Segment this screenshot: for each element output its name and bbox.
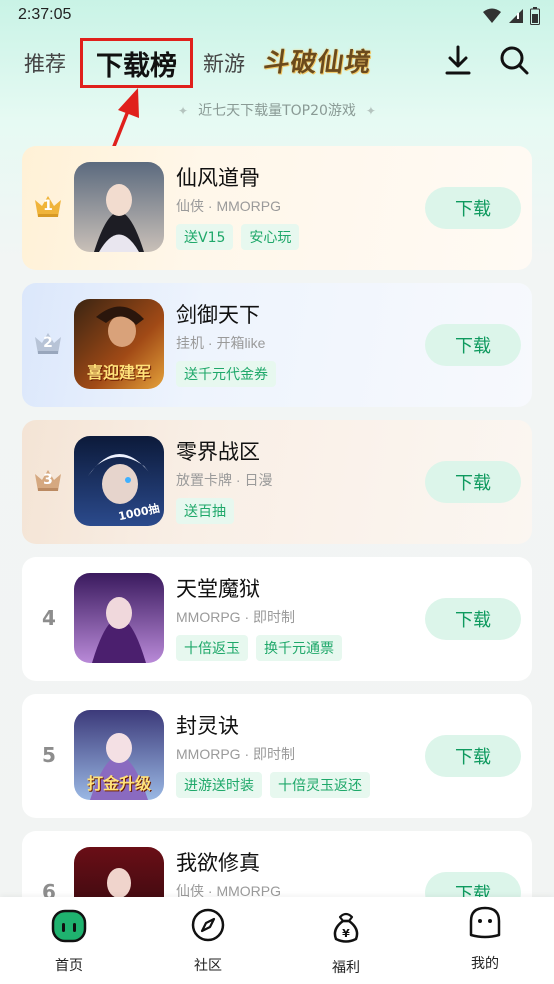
ranking-subtitle: ✦ 近七天下载量TOP20游戏 ✦	[0, 100, 554, 120]
perk-badge: 安心玩	[241, 224, 300, 250]
game-tags: 放置卡牌 · 日漫	[176, 472, 273, 488]
status-icons	[482, 7, 540, 25]
game-name: 仙风道骨	[176, 166, 260, 190]
game-thumbnail[interactable]: 喜迎建军	[74, 299, 164, 389]
perk-list: 十倍返玉 换千元通票	[176, 635, 342, 661]
game-card[interactable]: 5 打金升级 封灵诀 MMORPG · 即时制 进游送时装 十倍灵玉返还 下载	[22, 694, 532, 818]
game-tags: MMORPG · 即时制	[176, 746, 295, 762]
thumbnail-caption: 喜迎建军	[86, 363, 151, 382]
subtitle-text: 近七天下载量TOP20游戏	[198, 103, 356, 119]
game-name: 天堂魔狱	[176, 577, 260, 601]
perk-badge: 十倍返玉	[176, 635, 248, 661]
bottom-nav-label: 社区	[194, 958, 222, 974]
game-thumbnail[interactable]: 1000抽	[74, 436, 164, 526]
game-card[interactable]: 1 仙风道骨 仙侠 · MMORPG 送V15 安心玩 下载	[22, 146, 532, 270]
perk-badge: 进游送时装	[176, 772, 262, 798]
perk-badge: 送百抽	[176, 498, 234, 524]
silver-crown-icon: 2	[32, 327, 64, 359]
search-button[interactable]	[496, 42, 532, 78]
sparkle-icon: ✦	[178, 104, 189, 118]
game-logo-banner[interactable]: 斗破仙境	[261, 42, 374, 79]
game-tags: 仙侠 · MMORPG	[176, 198, 281, 214]
perk-list: 进游送时装 十倍灵玉返还	[176, 772, 370, 798]
perk-list: 送V15 安心玩	[176, 224, 300, 250]
bottom-nav-home[interactable]: 首页	[24, 897, 114, 984]
game-card[interactable]: 4 天堂魔狱 MMORPG · 即时制 十倍返玉 换千元通票 下载	[22, 557, 532, 681]
download-button[interactable]: 下载	[425, 187, 521, 229]
bottom-nav-label: 我的	[471, 956, 499, 972]
game-name: 剑御天下	[176, 303, 260, 327]
download-button[interactable]: 下载	[425, 735, 521, 777]
tab-recommend[interactable]: 推荐	[24, 48, 66, 78]
game-thumbnail[interactable]: 打金升级	[74, 710, 164, 800]
bottom-nav: 首页 社区 ¥ 福利 我的	[0, 897, 554, 984]
bottom-nav-community[interactable]: 社区	[163, 897, 253, 984]
profile-face-icon	[469, 906, 501, 939]
game-name: 封灵诀	[176, 714, 239, 738]
download-manager-button[interactable]	[440, 42, 476, 78]
svg-text:¥: ¥	[342, 927, 350, 940]
perk-list: 送千元代金券	[176, 361, 276, 387]
status-time: 2:37:05	[18, 6, 72, 23]
rank-number: 4	[42, 606, 56, 630]
game-thumbnail[interactable]	[74, 573, 164, 663]
perk-badge: 送V15	[176, 224, 234, 250]
search-icon	[500, 46, 529, 75]
bottom-nav-label: 首页	[55, 958, 83, 974]
rank-number: 3	[43, 472, 53, 488]
bronze-crown-icon: 3	[32, 464, 64, 496]
perk-badge: 换千元通票	[256, 635, 342, 661]
download-button[interactable]: 下载	[425, 461, 521, 503]
game-name: 我欲修真	[176, 851, 260, 875]
game-name: 零界战区	[176, 440, 260, 464]
top-nav: 推荐 下载榜 新游 斗破仙境	[0, 34, 554, 90]
compass-icon	[191, 908, 225, 942]
bottom-nav-profile[interactable]: 我的	[440, 897, 530, 984]
money-bag-icon: ¥	[333, 912, 359, 943]
download-button[interactable]: 下载	[425, 324, 521, 366]
wifi-icon	[483, 8, 501, 23]
game-tags: MMORPG · 即时制	[176, 609, 295, 625]
home-icon	[51, 909, 87, 943]
perk-badge: 送千元代金券	[176, 361, 276, 387]
battery-icon	[530, 7, 540, 25]
rank-number: 2	[43, 335, 53, 351]
game-card[interactable]: 2 喜迎建军 剑御天下 挂机 · 开箱like 送千元代金券 下载	[22, 283, 532, 407]
bottom-nav-benefits[interactable]: ¥ 福利	[301, 897, 391, 984]
tab-download-rank[interactable]: 下载榜	[80, 38, 193, 88]
download-icon	[445, 45, 471, 75]
game-thumbnail[interactable]	[74, 162, 164, 252]
gold-crown-icon: 1	[32, 190, 64, 222]
bottom-nav-label: 福利	[332, 960, 360, 976]
tab-new-games[interactable]: 新游	[203, 48, 245, 78]
status-bar: 2:37:05	[0, 0, 554, 32]
rank-number: 1	[43, 198, 53, 214]
game-tags: 挂机 · 开箱like	[176, 335, 266, 351]
perk-badge: 十倍灵玉返还	[270, 772, 370, 798]
signal-icon	[509, 9, 523, 23]
thumbnail-caption: 打金升级	[86, 774, 151, 793]
download-button[interactable]: 下载	[425, 598, 521, 640]
perk-list: 送百抽	[176, 498, 234, 524]
rank-number: 5	[42, 743, 56, 767]
game-card[interactable]: 3 1000抽 零界战区 放置卡牌 · 日漫 送百抽 下载	[22, 420, 532, 544]
sparkle-icon: ✦	[365, 104, 376, 118]
